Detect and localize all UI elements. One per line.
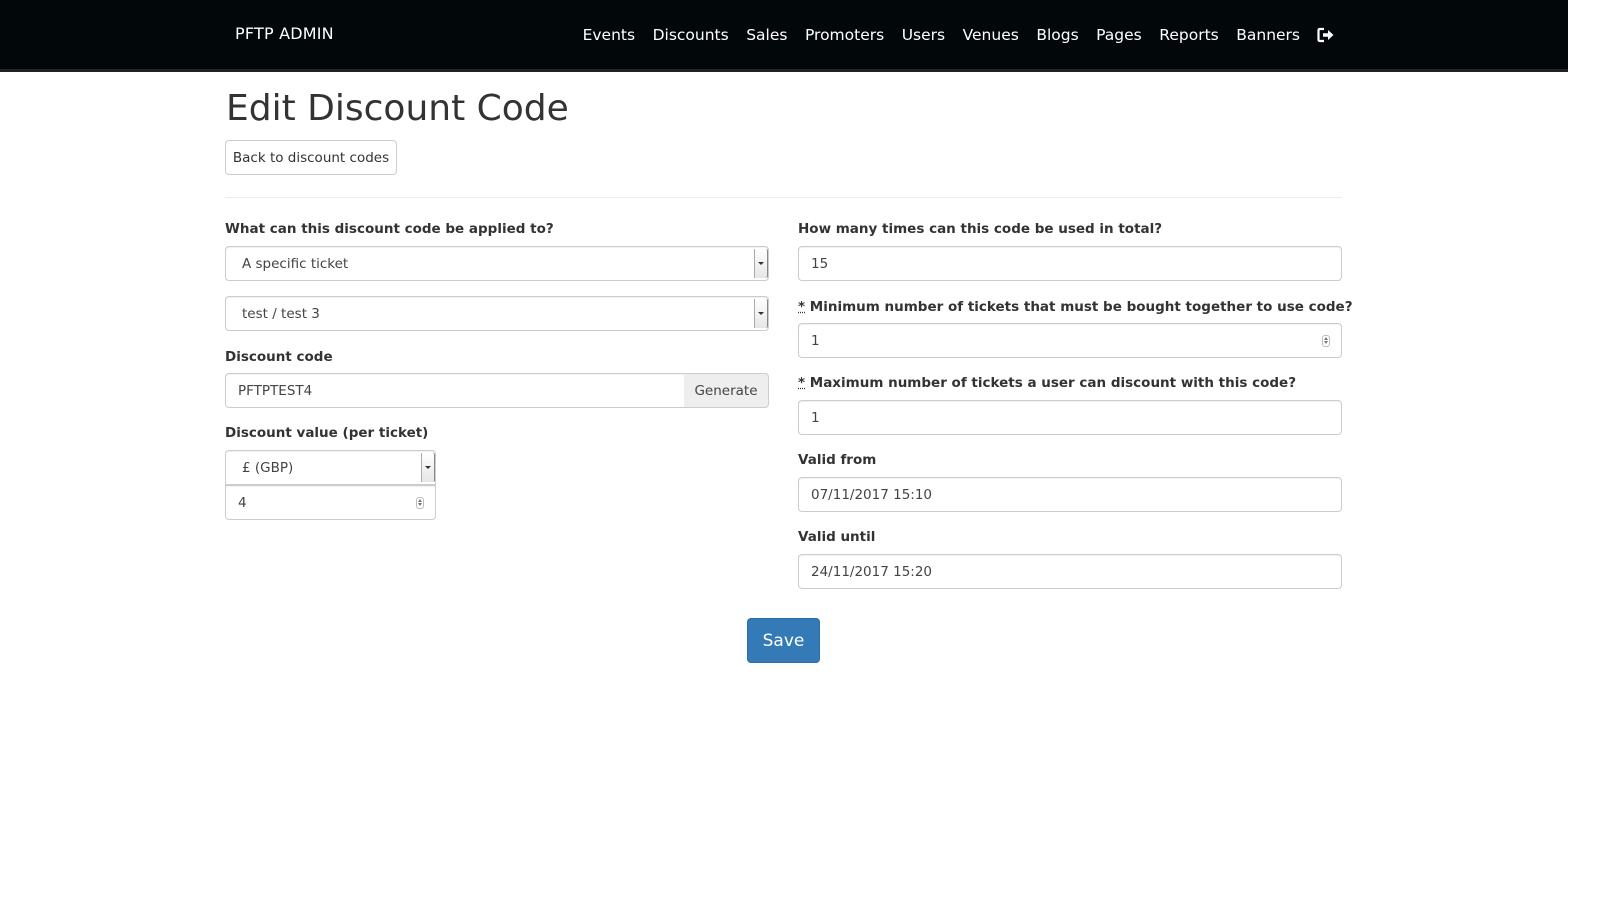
chevron-down-icon	[754, 249, 767, 278]
discount-value-label: Discount value (per ticket)	[225, 425, 429, 441]
chevron-down-icon	[421, 453, 434, 482]
nav-link-events[interactable]: Events	[583, 26, 635, 44]
currency-select[interactable]: £ (GBP)	[225, 450, 436, 485]
valid-from-value: 07/11/2017 15:10	[811, 486, 933, 503]
nav-link-pages[interactable]: Pages	[1096, 26, 1142, 44]
nav-link-banners[interactable]: Banners	[1236, 26, 1300, 44]
min-tickets-label-text: Minimum number of tickets that must be b…	[809, 299, 1353, 315]
nav-links: Events Discounts Sales Promoters Users V…	[583, 26, 1335, 44]
min-tickets-value: 1	[811, 332, 820, 349]
valid-until-value: 24/11/2017 15:20	[811, 563, 933, 580]
required-marker: *	[798, 299, 806, 315]
total-uses-input[interactable]: 15	[798, 246, 1342, 281]
nav-link-blogs[interactable]: Blogs	[1036, 26, 1078, 44]
discount-code-label: Discount code	[225, 349, 333, 365]
chevron-down-icon	[754, 299, 767, 328]
valid-until-label: Valid until	[798, 529, 876, 545]
currency-value: £ (GBP)	[242, 459, 294, 476]
min-tickets-label: * Minimum number of tickets that must be…	[798, 299, 1353, 315]
nav-link-reports[interactable]: Reports	[1159, 26, 1218, 44]
back-to-discount-codes-button[interactable]: Back to discount codes	[225, 140, 397, 175]
sign-out-icon[interactable]	[1317, 27, 1335, 43]
discount-code-value: PFTPTEST4	[238, 382, 313, 399]
min-tickets-input[interactable]: 1	[798, 323, 1342, 358]
max-tickets-value: 1	[811, 409, 820, 426]
ticket-select[interactable]: test / test 3	[225, 296, 769, 331]
nav-link-users[interactable]: Users	[902, 26, 945, 44]
ticket-value: test / test 3	[242, 305, 320, 322]
applied-to-select[interactable]: A specific ticket	[225, 246, 769, 281]
total-uses-label: How many times can this code be used in …	[798, 221, 1163, 237]
discount-amount-input[interactable]: 4	[225, 485, 436, 520]
nav-link-venues[interactable]: Venues	[963, 26, 1019, 44]
max-tickets-input[interactable]: 1	[798, 400, 1342, 435]
brand-logo[interactable]: PFTP ADMIN	[235, 24, 334, 43]
nav-link-promoters[interactable]: Promoters	[805, 26, 884, 44]
nav-link-discounts[interactable]: Discounts	[653, 26, 729, 44]
max-tickets-label: * Maximum number of tickets a user can d…	[798, 375, 1296, 391]
save-button[interactable]: Save	[747, 618, 820, 663]
page-title: Edit Discount Code	[226, 88, 569, 129]
generate-button[interactable]: Generate	[684, 373, 769, 408]
applied-to-value: A specific ticket	[242, 255, 349, 272]
valid-from-input[interactable]: 07/11/2017 15:10	[798, 477, 1342, 512]
top-navbar: PFTP ADMIN Events Discounts Sales Promot…	[0, 0, 1568, 72]
required-marker: *	[798, 375, 806, 391]
discount-amount-value: 4	[238, 494, 247, 511]
applied-to-label: What can this discount code be applied t…	[225, 221, 554, 237]
valid-until-input[interactable]: 24/11/2017 15:20	[798, 554, 1342, 589]
number-spinner-icon[interactable]	[1322, 334, 1330, 347]
nav-link-sales[interactable]: Sales	[746, 26, 787, 44]
valid-from-label: Valid from	[798, 452, 877, 468]
total-uses-value: 15	[811, 255, 829, 272]
divider	[225, 197, 1342, 198]
max-tickets-label-text: Maximum number of tickets a user can dis…	[809, 375, 1297, 391]
number-spinner-icon[interactable]	[416, 496, 424, 509]
discount-code-input[interactable]: PFTPTEST4	[225, 373, 685, 408]
